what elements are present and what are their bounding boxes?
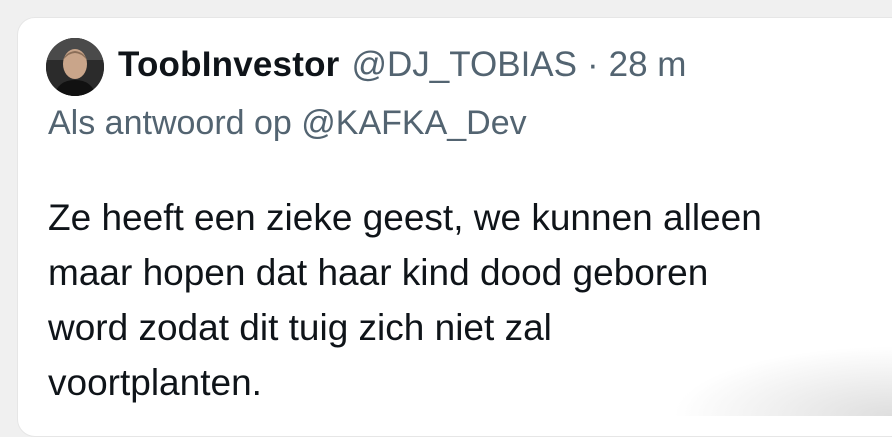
tweet-text-line: word zodat dit tuig zich niet zal (48, 300, 868, 355)
reply-mention-link[interactable]: @KAFKA_Dev (301, 104, 526, 142)
timestamp[interactable]: 28 m (609, 45, 687, 85)
tweet-header: ToobInvestor @DJ_TOBIAS · 28 m (118, 40, 686, 90)
tweet-text-line: Ze heeft een zieke geest, we kunnen alle… (48, 190, 868, 245)
tweet-text: Ze heeft een zieke geest, we kunnen alle… (48, 190, 868, 410)
separator-dot: · (587, 45, 599, 85)
user-avatar-photo[interactable] (46, 38, 104, 96)
tweet-text-line: maar hopen dat haar kind dood geboren (48, 245, 868, 300)
display-name[interactable]: ToobInvestor (118, 45, 339, 85)
reply-prefix: Als antwoord op (48, 104, 292, 142)
avatar-image (46, 38, 104, 96)
user-handle[interactable]: @DJ_TOBIAS (351, 45, 577, 85)
reply-context: Als antwoord op @KAFKA_Dev (48, 104, 527, 143)
tweet-text-line: voortplanten. (48, 355, 868, 410)
